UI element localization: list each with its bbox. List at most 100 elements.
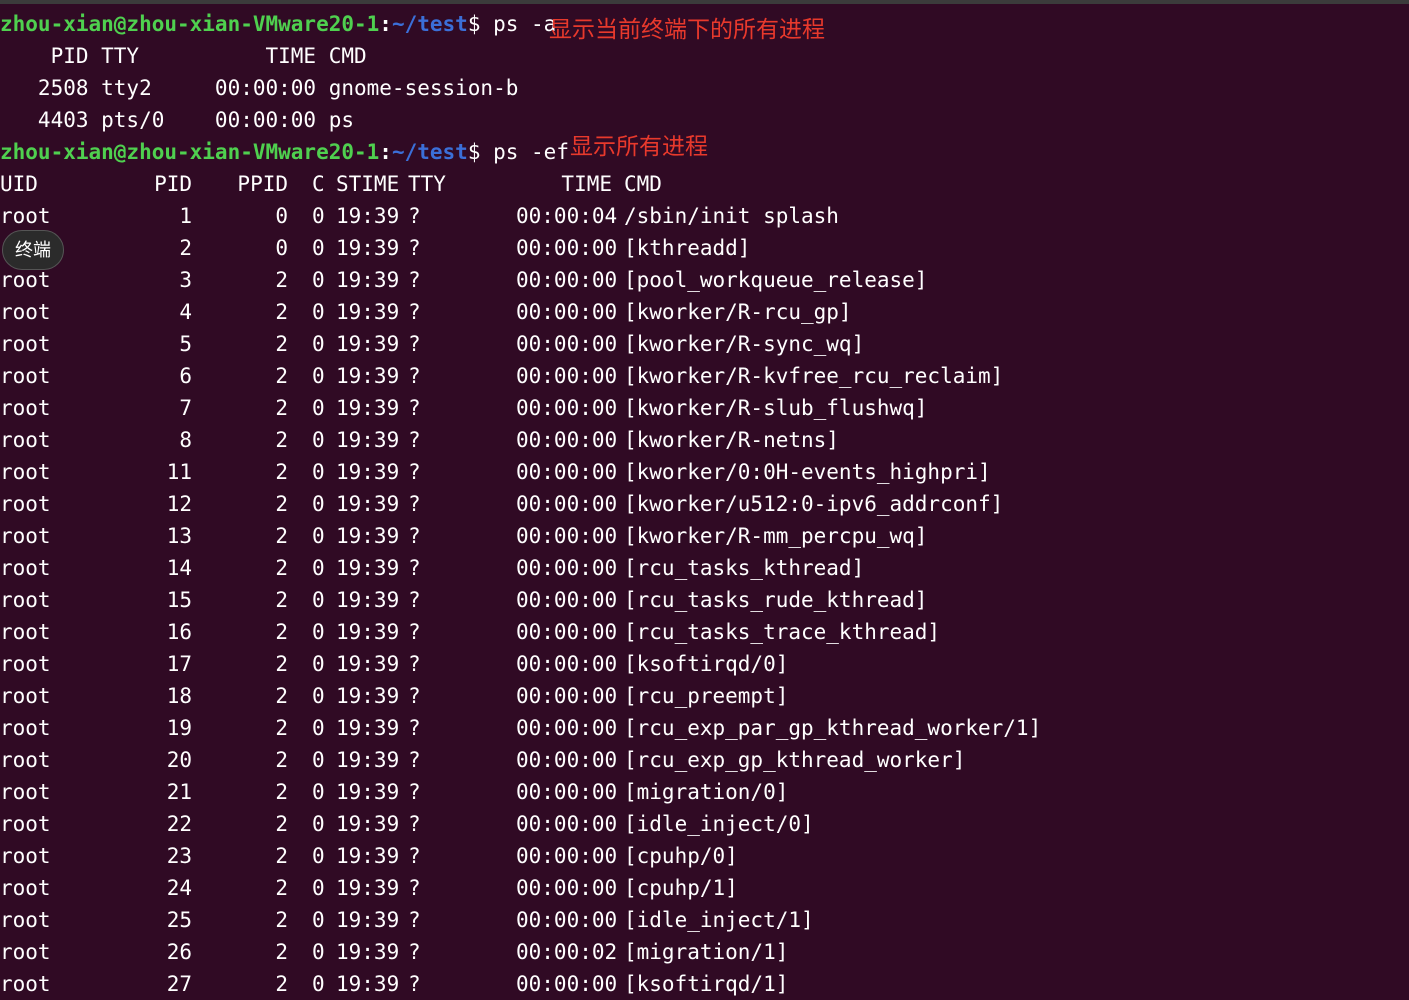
cell-cmd: [kworker/R-rcu_gp]: [624, 300, 852, 324]
cell-c: 0: [312, 844, 325, 868]
cell-pid: 17: [166, 652, 192, 676]
cell-tty: ?: [408, 460, 421, 484]
cell-cmd: [kworker/R-slub_flushwq]: [624, 396, 928, 420]
cell-uid: root: [0, 492, 51, 516]
cell-time: 00:00:00: [516, 396, 618, 420]
tooltip-terminal: 终端: [2, 230, 64, 270]
cell-stime: 19:39: [336, 396, 400, 420]
cell-uid: root: [0, 396, 51, 420]
cell-tty: ?: [408, 972, 421, 996]
cell-uid: root: [0, 460, 51, 484]
cell-stime: 19:39: [336, 268, 400, 292]
cell-c: 0: [312, 204, 325, 228]
cell-cmd: [idle_inject/1]: [624, 908, 814, 932]
command-ps-ef: ps -ef: [493, 140, 569, 164]
cell-cmd: [rcu_exp_gp_kthread_worker]: [624, 748, 966, 772]
cell-c: 0: [312, 652, 325, 676]
cell-stime: 19:39: [336, 780, 400, 804]
cell-cmd: [migration/0]: [624, 780, 789, 804]
cell-time: 00:00:00: [516, 844, 618, 868]
cell-pid: 8: [179, 428, 192, 452]
cell-ppid: 2: [275, 908, 288, 932]
cell-cmd: [ksoftirqd/1]: [624, 972, 789, 996]
prompt-colon: :: [379, 140, 392, 164]
cell-uid: root: [0, 876, 51, 900]
cell-cmd: /sbin/init splash: [624, 204, 839, 228]
cell-ppid: 2: [275, 300, 288, 324]
cell-cmd: [kworker/u512:0-ipv6_addrconf]: [624, 492, 1004, 516]
cell-stime: 19:39: [336, 844, 400, 868]
cell-stime: 19:39: [336, 364, 400, 388]
cell-pid: 6: [179, 364, 192, 388]
cell-c: 0: [312, 492, 325, 516]
cell-time: 00:00:02: [516, 940, 618, 964]
cell-tty: ?: [408, 652, 421, 676]
command-ps-a: ps -a: [493, 12, 557, 36]
cell-cmd: [kworker/0:0H-events_highpri]: [624, 460, 991, 484]
cell-uid: root: [0, 364, 51, 388]
cell-time: 00:00:00: [516, 748, 618, 772]
cell-cmd: [rcu_tasks_kthread]: [624, 556, 865, 580]
cell-tty: ?: [408, 300, 421, 324]
cell-stime: 19:39: [336, 940, 400, 964]
cell-uid: root: [0, 812, 51, 836]
cell-stime: 19:39: [336, 972, 400, 996]
cell-stime: 19:39: [336, 300, 400, 324]
cell-tty: ?: [408, 524, 421, 548]
cell-time: 00:00:00: [516, 876, 618, 900]
cell-tty: ?: [408, 812, 421, 836]
cell-tty: ?: [408, 396, 421, 420]
prompt-colon: :: [379, 12, 392, 36]
cell-ppid: 2: [275, 524, 288, 548]
cell-cmd: [kworker/R-netns]: [624, 428, 839, 452]
table-row: 2 0 0 19:39? 00:00:00 [kthreadd]: [0, 232, 1409, 264]
cell-pid: 26: [166, 940, 192, 964]
cell-cmd: [kworker/R-mm_percpu_wq]: [624, 524, 928, 548]
cell-time: 00:00:00: [516, 300, 618, 324]
cell-c: 0: [312, 876, 325, 900]
prompt-dollar: $: [467, 140, 494, 164]
cell-ppid: 2: [275, 620, 288, 644]
cell-cmd: [kthreadd]: [624, 236, 751, 260]
header-time: TIME: [561, 172, 612, 196]
cell-pid: 12: [166, 492, 192, 516]
cell-c: 0: [312, 716, 325, 740]
cell-c: 0: [312, 524, 325, 548]
cell-c: 0: [312, 780, 325, 804]
cell-ppid: 2: [275, 428, 288, 452]
cell-tty: ?: [408, 428, 421, 452]
cell-ppid: 2: [275, 940, 288, 964]
cell-c: 0: [312, 940, 325, 964]
table-row: root 26 2 0 19:39? 00:00:02 [migration/1]: [0, 936, 1409, 968]
cell-ppid: 2: [275, 396, 288, 420]
cell-tty: ?: [408, 588, 421, 612]
cell-ppid: 2: [275, 780, 288, 804]
cell-uid: root: [0, 972, 51, 996]
cell-time: 00:00:00: [516, 268, 618, 292]
cell-stime: 19:39: [336, 588, 400, 612]
cell-pid: 15: [166, 588, 192, 612]
cell-time: 00:00:00: [516, 492, 618, 516]
cell-c: 0: [312, 972, 325, 996]
table-row: root 8 2 0 19:39? 00:00:00 [kworker/R-netns]: [0, 424, 1409, 456]
prompt-user-host: zhou-xian@zhou-xian-VMware20-1: [0, 140, 380, 164]
cell-stime: 19:39: [336, 492, 400, 516]
cell-uid: root: [0, 620, 51, 644]
cell-cmd: [rcu_tasks_trace_kthread]: [624, 620, 941, 644]
cell-stime: 19:39: [336, 556, 400, 580]
cell-pid: 11: [166, 460, 192, 484]
cell-cmd: [kworker/R-kvfree_rcu_reclaim]: [624, 364, 1004, 388]
cell-tty: ?: [408, 908, 421, 932]
cell-ppid: 2: [275, 716, 288, 740]
table-row: root 6 2 0 19:39? 00:00:00 [kworker/R-kvfree_r…: [0, 360, 1409, 392]
cell-pid: 25: [166, 908, 192, 932]
cell-ppid: 0: [275, 204, 288, 228]
ps-a-row: 2508 tty2 00:00:00 gnome-session-b: [0, 76, 519, 100]
cell-pid: 19: [166, 716, 192, 740]
cell-time: 00:00:00: [516, 620, 618, 644]
cell-pid: 1: [179, 204, 192, 228]
cell-uid: root: [0, 652, 51, 676]
cell-pid: 27: [166, 972, 192, 996]
cell-ppid: 2: [275, 268, 288, 292]
cell-tty: ?: [408, 748, 421, 772]
